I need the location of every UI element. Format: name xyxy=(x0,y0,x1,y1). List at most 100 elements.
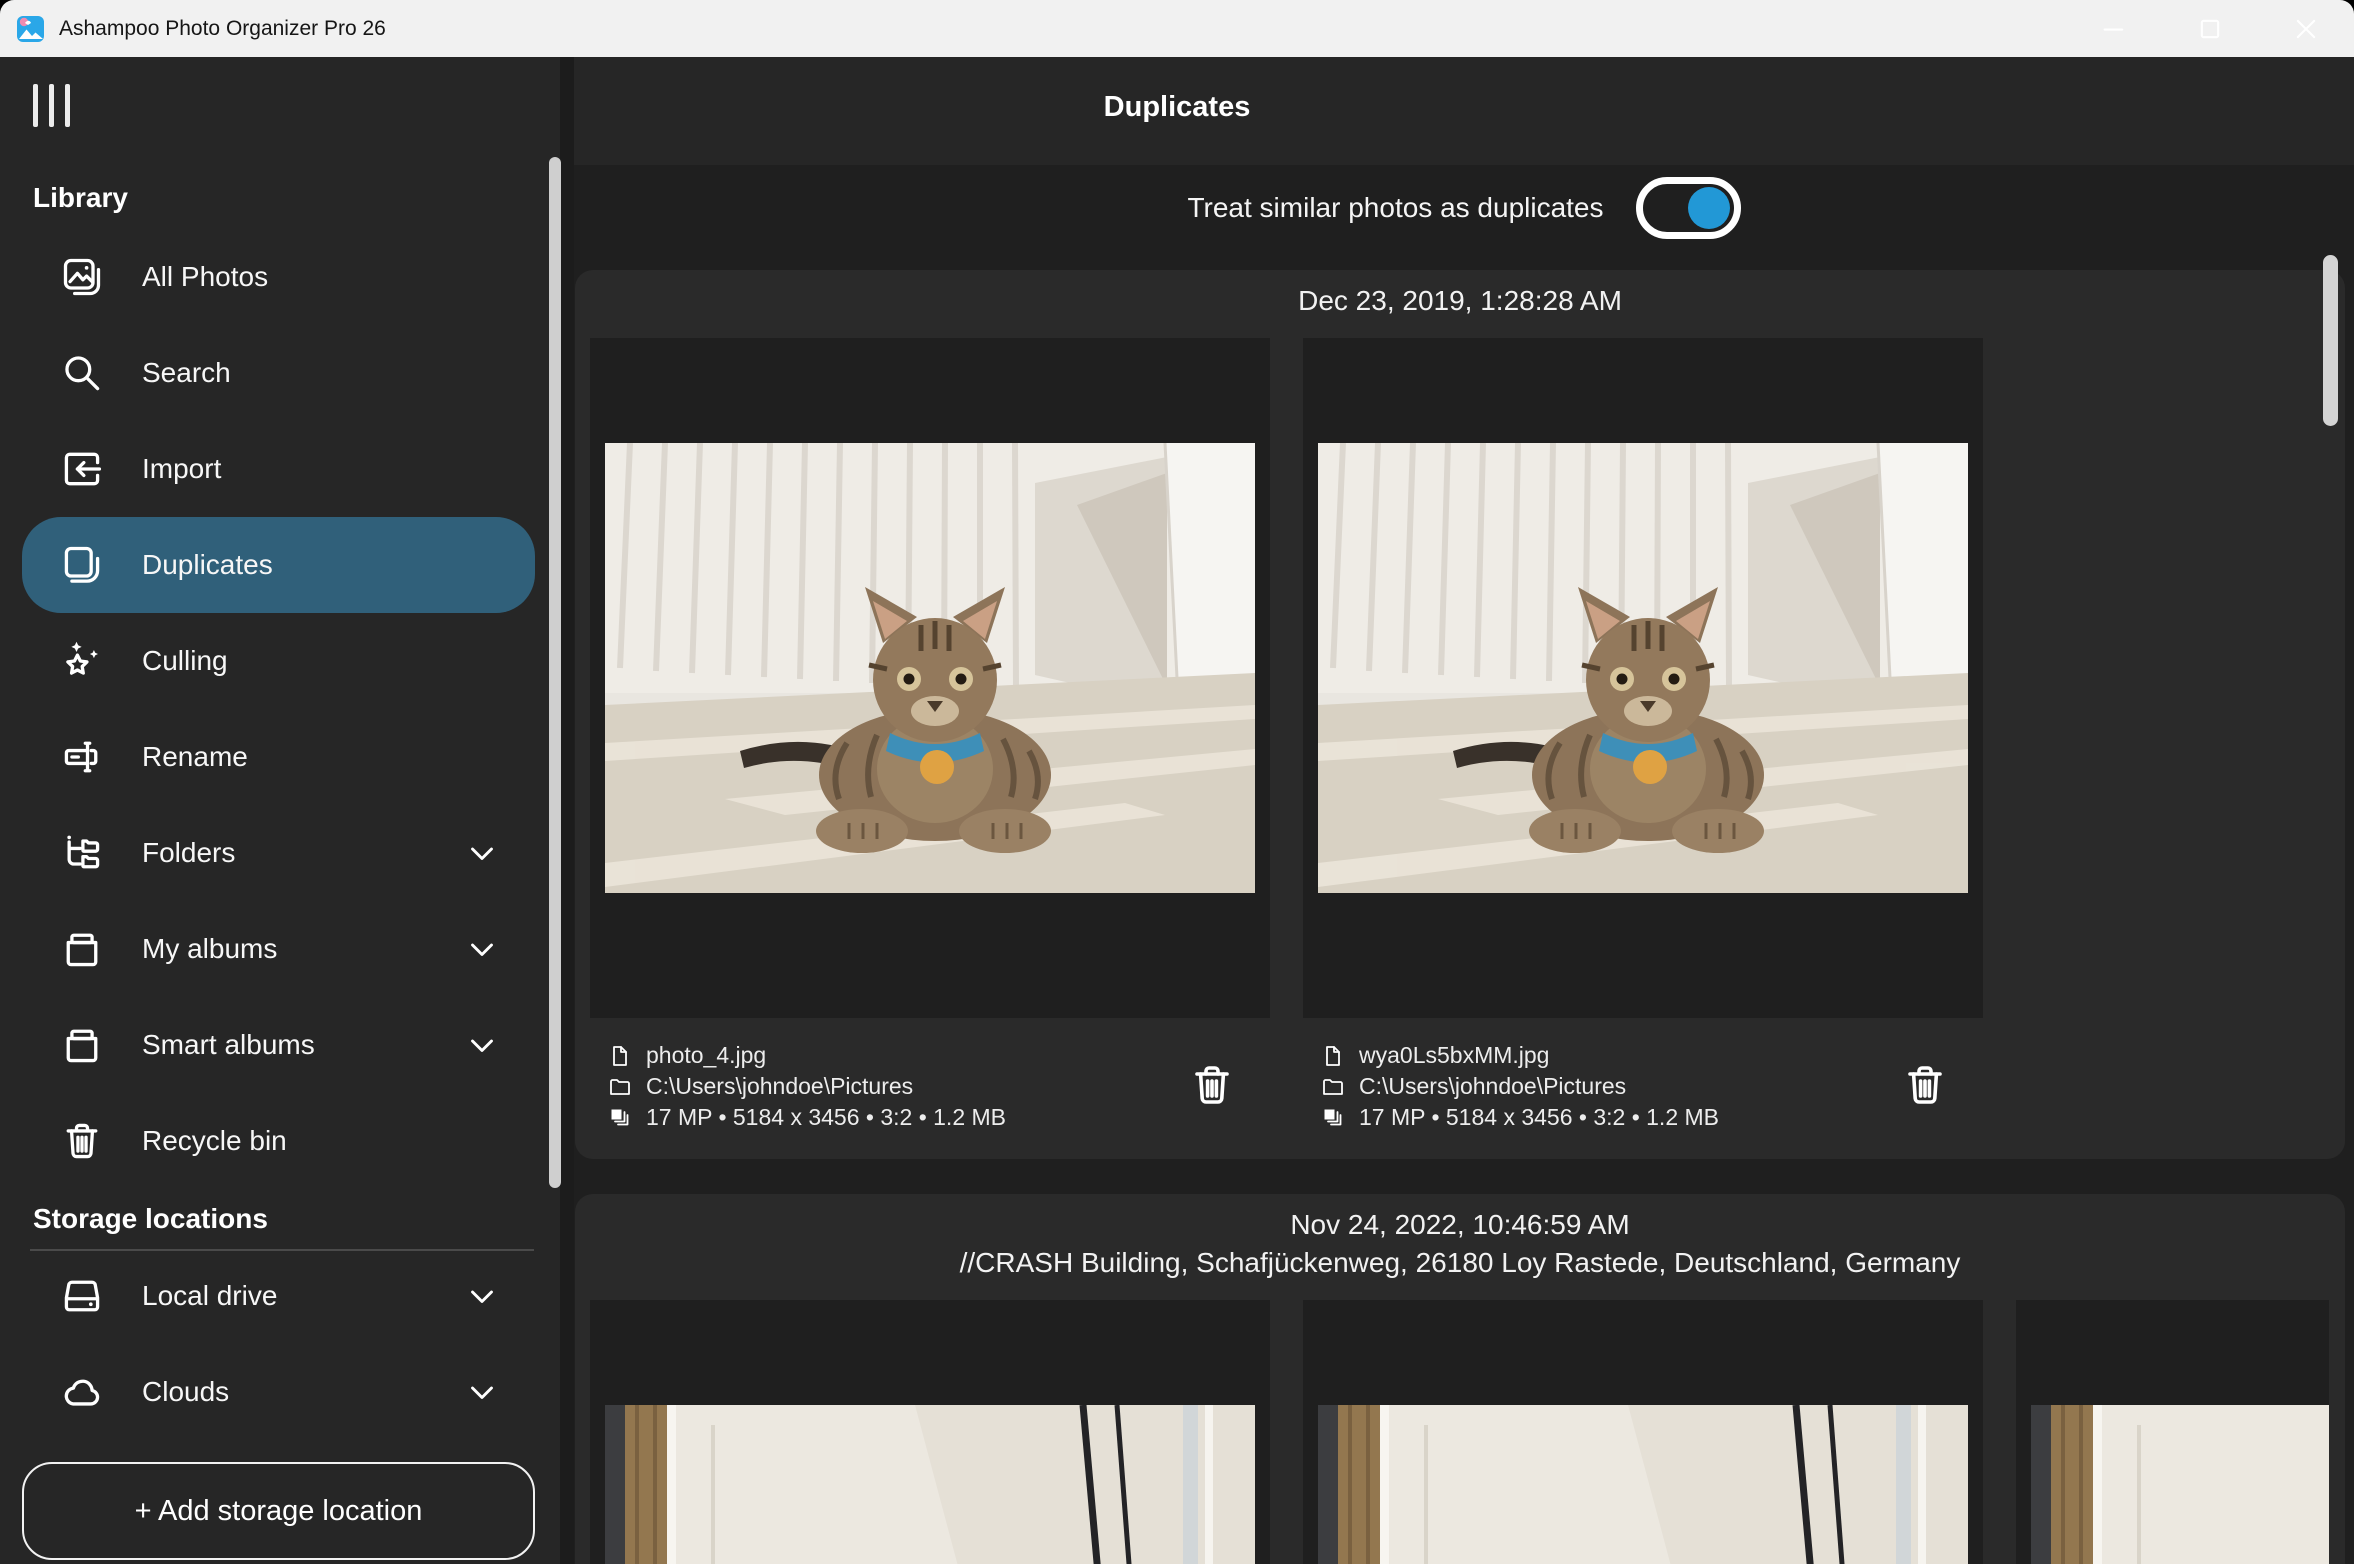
sidebar-item-local-drive[interactable]: Local drive xyxy=(22,1248,535,1344)
sidebar-item-smart-albums[interactable]: Smart albums xyxy=(22,997,535,1093)
sidebar-item-label: Rename xyxy=(142,741,248,773)
group-location: //CRASH Building, Schafjückenweg, 26180 … xyxy=(575,1244,2345,1282)
filemeta: 17 MP • 5184 x 3456 • 3:2 • 1.2 MB xyxy=(1359,1104,1719,1131)
filename-row: wya0Ls5bxMM.jpg xyxy=(1321,1040,1899,1071)
maximize-button[interactable] xyxy=(2162,0,2258,57)
sidebar-item-label: Folders xyxy=(142,837,235,869)
folder-icon xyxy=(1321,1075,1345,1099)
app-window: Ashampoo Photo Organizer Pro 26 Library xyxy=(0,0,2354,1564)
sidebar-item-my-albums[interactable]: My albums xyxy=(22,901,535,997)
filemeta-row: 17 MP • 5184 x 3456 • 3:2 • 1.2 MB xyxy=(608,1102,1186,1133)
photo-thumbnail[interactable] xyxy=(1318,443,1968,893)
minimize-icon xyxy=(2100,15,2128,43)
minimize-button[interactable] xyxy=(2066,0,2162,57)
main-panel: Duplicates Treat similar photos as dupli… xyxy=(574,57,2354,1564)
group-date: Nov 24, 2022, 10:46:59 AM xyxy=(575,1206,2345,1244)
search-icon xyxy=(60,351,104,395)
duplicates-icon xyxy=(60,543,104,587)
filename: photo_4.jpg xyxy=(646,1042,766,1069)
group-header: Nov 24, 2022, 10:46:59 AM //CRASH Buildi… xyxy=(575,1206,2345,1282)
cat-photo xyxy=(605,443,1255,893)
album-icon xyxy=(60,1023,104,1067)
sidebar-item-folders[interactable]: Folders xyxy=(22,805,535,901)
menu-toggle-button[interactable] xyxy=(33,84,70,127)
sidebar-item-recycle-bin[interactable]: Recycle bin xyxy=(22,1093,535,1189)
card-padding xyxy=(1303,893,1983,1018)
photo-card xyxy=(1303,338,1983,1018)
sidebar-item-label: Recycle bin xyxy=(142,1125,287,1157)
sidebar-item-label: Duplicates xyxy=(142,549,273,581)
storage-nav: Local drive Clouds xyxy=(0,1248,560,1440)
photo-thumbnail[interactable] xyxy=(605,443,1255,893)
titlebar: Ashampoo Photo Organizer Pro 26 xyxy=(0,0,2354,57)
hamburger-icon xyxy=(65,84,70,127)
sidebar-item-search[interactable]: Search xyxy=(22,325,535,421)
photo-thumbnail[interactable] xyxy=(1318,1405,1968,1564)
image-stack-icon xyxy=(608,1106,632,1130)
cat-photo xyxy=(1318,443,1968,893)
similar-toggle-row: Treat similar photos as duplicates xyxy=(574,165,2354,251)
photo-thumbnail[interactable] xyxy=(2031,1405,2329,1564)
group-date: Dec 23, 2019, 1:28:28 AM xyxy=(575,282,2345,320)
add-storage-location-button[interactable]: + Add storage location xyxy=(22,1462,535,1560)
filepath: C:\Users\johndoe\Pictures xyxy=(646,1073,913,1100)
photos-icon xyxy=(60,255,104,299)
filename: wya0Ls5bxMM.jpg xyxy=(1359,1042,1549,1069)
chevron-down-icon[interactable] xyxy=(463,930,501,968)
close-button[interactable] xyxy=(2258,0,2354,57)
toggle-knob xyxy=(1688,187,1730,229)
chevron-down-icon[interactable] xyxy=(463,1373,501,1411)
sidebar-scrollbar-track[interactable] xyxy=(560,57,574,1564)
main-scrollbar-thumb[interactable] xyxy=(2323,255,2338,426)
window-title: Ashampoo Photo Organizer Pro 26 xyxy=(59,17,386,41)
file-icon xyxy=(608,1044,632,1068)
sidebar-item-label: Import xyxy=(142,453,221,485)
sidebar-item-import[interactable]: Import xyxy=(22,421,535,517)
similar-toggle-label: Treat similar photos as duplicates xyxy=(1187,192,1603,224)
group-header: Dec 23, 2019, 1:28:28 AM xyxy=(575,282,2345,320)
chevron-down-icon[interactable] xyxy=(463,1026,501,1064)
sidebar-scrollbar-thumb[interactable] xyxy=(549,157,561,1188)
similar-photos-toggle[interactable] xyxy=(1636,177,1741,239)
photo-info: wya0Ls5bxMM.jpg C:\Users\johndoe\Picture… xyxy=(1321,1040,1965,1133)
sidebar-item-all-photos[interactable]: All Photos xyxy=(22,229,535,325)
delete-photo-button[interactable] xyxy=(1186,1058,1238,1116)
delete-photo-button[interactable] xyxy=(1899,1058,1951,1116)
culling-stars-icon xyxy=(60,639,104,683)
cloud-icon xyxy=(60,1370,104,1414)
hamburger-icon xyxy=(49,84,54,127)
album-icon xyxy=(60,927,104,971)
chevron-down-icon[interactable] xyxy=(463,1277,501,1315)
window-controls xyxy=(2066,0,2354,57)
sidebar-item-label: All Photos xyxy=(142,261,268,293)
chandelier-photo xyxy=(2031,1405,2329,1564)
storage-section-header: Storage locations xyxy=(33,1203,268,1235)
group-cards xyxy=(590,338,2330,1018)
sidebar-item-clouds[interactable]: Clouds xyxy=(22,1344,535,1440)
filepath: C:\Users\johndoe\Pictures xyxy=(1359,1073,1626,1100)
sidebar-item-label: Search xyxy=(142,357,231,389)
sidebar-item-culling[interactable]: Culling xyxy=(22,613,535,709)
sidebar-item-rename[interactable]: Rename xyxy=(22,709,535,805)
sidebar-item-label: Clouds xyxy=(142,1376,229,1408)
trash-icon xyxy=(1901,1059,1949,1111)
photo-thumbnail[interactable] xyxy=(605,1405,1255,1564)
page-title: Duplicates xyxy=(1104,91,1251,124)
photo-card xyxy=(2016,1300,2329,1564)
duplicate-group: Nov 24, 2022, 10:46:59 AM //CRASH Buildi… xyxy=(575,1194,2345,1564)
trash-icon xyxy=(1188,1059,1236,1111)
library-nav: All Photos Search Import Duplicates xyxy=(0,229,560,1189)
photo-card xyxy=(590,338,1270,1018)
filepath-row: C:\Users\johndoe\Pictures xyxy=(1321,1071,1899,1102)
chevron-down-icon[interactable] xyxy=(463,834,501,872)
duplicate-group: Dec 23, 2019, 1:28:28 AM xyxy=(575,270,2345,1159)
sidebar-item-label: Smart albums xyxy=(142,1029,315,1061)
main-header xyxy=(574,57,2354,165)
filemeta: 17 MP • 5184 x 3456 • 3:2 • 1.2 MB xyxy=(646,1104,1006,1131)
group-cards xyxy=(590,1300,2330,1564)
duplicates-scroll-area[interactable]: Dec 23, 2019, 1:28:28 AM xyxy=(574,251,2354,1564)
sidebar-item-duplicates[interactable]: Duplicates xyxy=(22,517,535,613)
photo-info: photo_4.jpg C:\Users\johndoe\Pictures 17… xyxy=(608,1040,1252,1133)
folder-icon xyxy=(608,1075,632,1099)
app-logo-icon xyxy=(16,14,46,44)
